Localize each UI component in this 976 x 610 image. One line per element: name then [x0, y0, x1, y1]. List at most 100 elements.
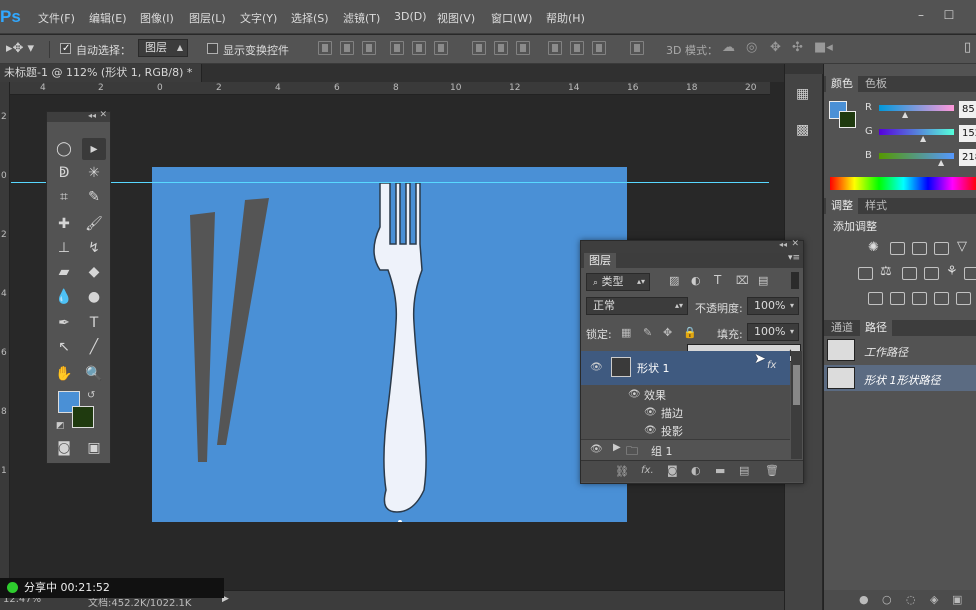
properties-panel-icon[interactable]: ▩ [796, 122, 809, 138]
add-mask-icon[interactable]: ▣ [952, 593, 962, 606]
stroke-path-icon[interactable]: ○ [882, 593, 892, 606]
menu-3d[interactable]: 3D(D) [394, 10, 427, 23]
r-value[interactable]: 85 [959, 101, 976, 118]
load-selection-icon[interactable]: ◌ [906, 593, 916, 606]
lasso-tool-icon[interactable]: ↁ [52, 162, 76, 184]
hue-saturation-icon[interactable] [858, 267, 873, 280]
line-tool-icon[interactable]: ╱ [82, 336, 106, 358]
panel-menu-icon[interactable]: ▾≡ [788, 253, 800, 263]
opacity-field[interactable]: 100% ▾ [747, 297, 799, 315]
scrollbar-thumb[interactable] [793, 365, 800, 405]
effect-row-stroke[interactable]: 👁 描边 [581, 403, 790, 421]
healing-tool-icon[interactable]: ✚ [52, 213, 76, 235]
layer-filter-dropdown[interactable]: ⌕ 类型 ▴▾ [586, 273, 650, 291]
auto-select-dropdown[interactable]: 图层 ▲ [138, 39, 188, 57]
menu-window[interactable]: 窗口(W) [491, 10, 532, 26]
align-vcenter-icon[interactable] [340, 41, 354, 55]
history-panel-icon[interactable]: ▦ [796, 86, 809, 102]
color-bg-swatch[interactable] [839, 111, 856, 128]
3d-orbit-icon[interactable]: ☁ [722, 40, 735, 55]
distribute-top-icon[interactable] [472, 41, 486, 55]
invert-icon[interactable] [868, 292, 883, 305]
align-left-icon[interactable] [390, 41, 404, 55]
filter-type-icon[interactable]: T [714, 273, 721, 287]
auto-align-icon[interactable] [630, 41, 644, 55]
filter-pixel-icon[interactable]: ▨ [669, 274, 679, 287]
swap-colors-icon[interactable]: ↺ [87, 390, 95, 401]
expand-arrow-icon[interactable]: ▶ [613, 442, 621, 453]
3d-pan-icon[interactable]: ✥ [770, 40, 781, 55]
align-top-icon[interactable] [318, 41, 332, 55]
menu-select[interactable]: 选择(S) [291, 10, 329, 26]
effect-row-shadow[interactable]: 👁 投影 [581, 421, 790, 439]
visibility-eye-icon[interactable]: 👁 [628, 389, 641, 400]
dodge-tool-icon[interactable]: ● [82, 286, 106, 308]
hand-tool-icon[interactable]: ✋ [52, 363, 76, 385]
path-row-shape[interactable]: 形状 1形状路径 [824, 365, 976, 391]
threshold-icon[interactable] [912, 292, 927, 305]
visibility-eye-icon[interactable]: 👁 [644, 425, 657, 436]
3d-roll-icon[interactable]: ◎ [746, 40, 757, 55]
default-colors-icon[interactable]: ◩ [56, 421, 65, 431]
filter-toggle[interactable] [791, 272, 799, 289]
menu-file[interactable]: 文件(F) [38, 10, 75, 26]
filter-smart-icon[interactable]: ▤ [758, 274, 768, 287]
blur-tool-icon[interactable]: 💧 [52, 286, 76, 308]
tab-adjustments[interactable]: 调整 [826, 198, 858, 214]
artboard[interactable] [152, 167, 627, 524]
direct-select-tool-icon[interactable]: ↖ [52, 336, 76, 358]
brightness-icon[interactable]: ✺ [868, 240, 879, 255]
make-work-path-icon[interactable]: ◈ [930, 593, 938, 606]
lock-transparent-icon[interactable]: ▦ [621, 326, 631, 339]
menu-layer[interactable]: 图层(L) [189, 10, 226, 26]
collapse-icon[interactable]: ◂◂ [88, 111, 96, 120]
levels-icon[interactable] [890, 242, 905, 255]
path-row-work[interactable]: 工作路径 [824, 338, 976, 363]
share-badge[interactable]: 分享中 00:21:52 [0, 578, 224, 598]
black-white-icon[interactable] [902, 267, 917, 280]
layer-name[interactable]: 组 1 [651, 443, 673, 459]
tab-styles[interactable]: 样式 [860, 198, 892, 214]
magic-wand-tool-icon[interactable]: ✳ [82, 162, 106, 184]
g-value[interactable]: 152 [959, 125, 976, 142]
g-slider[interactable] [879, 129, 954, 135]
add-mask-icon[interactable]: ◙ [667, 464, 678, 477]
show-transform-checkbox[interactable] [207, 43, 218, 54]
align-hcenter-icon[interactable] [412, 41, 426, 55]
distribute-vcenter-icon[interactable] [494, 41, 508, 55]
tab-channels[interactable]: 通道 [826, 320, 858, 336]
dock-strip-header[interactable] [785, 64, 823, 74]
curves-icon[interactable] [912, 242, 927, 255]
guide-line[interactable] [11, 182, 769, 183]
tab-paths[interactable]: 路径 [860, 320, 892, 336]
tab-color[interactable]: 颜色 [826, 76, 858, 92]
channel-mixer-icon[interactable]: ⚘ [946, 264, 958, 279]
quick-mask-icon[interactable]: ◙ [52, 437, 76, 459]
align-right-icon[interactable] [434, 41, 448, 55]
lock-pixels-icon[interactable]: ✎ [643, 326, 652, 339]
distribute-hcenter-icon[interactable] [570, 41, 584, 55]
visibility-eye-icon[interactable]: 👁 [644, 407, 657, 418]
eyedropper-tool-icon[interactable]: ✎ [82, 186, 106, 208]
color-balance-icon[interactable]: ⚖ [880, 264, 892, 279]
link-layers-icon[interactable]: ⛓ [615, 465, 629, 478]
visibility-eye-icon[interactable]: 👁 [590, 362, 603, 373]
eraser-tool-icon[interactable]: ▰ [52, 261, 76, 283]
distribute-right-icon[interactable] [592, 41, 606, 55]
layers-panel-header[interactable]: ◂◂ ✕ [581, 239, 803, 253]
close-icon[interactable]: ✕ [791, 239, 799, 249]
add-style-icon[interactable]: fx. [641, 465, 654, 476]
new-group-icon[interactable]: ▬ [715, 464, 725, 477]
fill-path-icon[interactable]: ● [859, 593, 869, 606]
tab-swatches[interactable]: 色板 [860, 76, 892, 92]
selective-color-icon[interactable] [956, 292, 971, 305]
menu-help[interactable]: 帮助(H) [546, 10, 585, 26]
r-slider-handle[interactable]: ▲ [902, 110, 908, 119]
zoom-tool-icon[interactable]: 🔍 [82, 363, 106, 385]
photo-filter-icon[interactable] [924, 267, 939, 280]
brush-tool-icon[interactable]: 🖌 [82, 213, 106, 235]
maximize-button[interactable]: ☐ [940, 6, 958, 24]
3d-slide-icon[interactable]: ✣ [792, 40, 803, 55]
screen-mode-icon[interactable]: ▣ [82, 437, 106, 459]
path-select-tool-icon[interactable]: ▸ [82, 138, 106, 160]
